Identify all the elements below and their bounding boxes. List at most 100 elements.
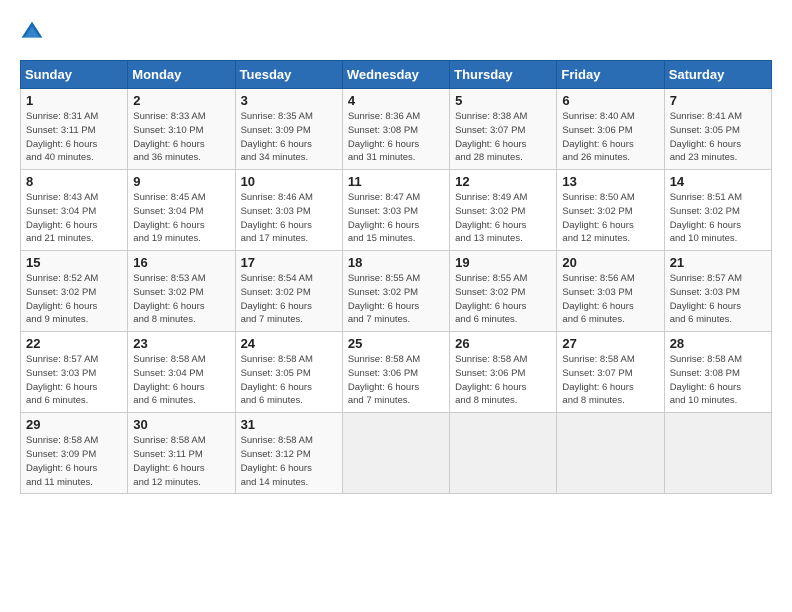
calendar-cell: 20 Sunrise: 8:56 AMSunset: 3:03 PMDayligh… [557, 251, 664, 332]
col-header-saturday: Saturday [664, 61, 771, 89]
day-info: Sunrise: 8:52 AMSunset: 3:02 PMDaylight:… [26, 272, 122, 327]
calendar-cell: 17 Sunrise: 8:54 AMSunset: 3:02 PMDayligh… [235, 251, 342, 332]
calendar-table: SundayMondayTuesdayWednesdayThursdayFrid… [20, 60, 772, 494]
calendar-cell: 16 Sunrise: 8:53 AMSunset: 3:02 PMDayligh… [128, 251, 235, 332]
col-header-sunday: Sunday [21, 61, 128, 89]
day-info: Sunrise: 8:36 AMSunset: 3:08 PMDaylight:… [348, 110, 444, 165]
calendar-cell: 14Sunrise: 8:51 AMSunset: 3:02 PMDayligh… [664, 170, 771, 251]
calendar-cell: 5 Sunrise: 8:38 AMSunset: 3:07 PMDaylight… [450, 89, 557, 170]
day-number: 2 [133, 93, 229, 108]
calendar-cell: 26 Sunrise: 8:58 AMSunset: 3:06 PMDayligh… [450, 332, 557, 413]
calendar-cell: 3Sunrise: 8:35 AMSunset: 3:09 PMDaylight… [235, 89, 342, 170]
calendar-cell: 25 Sunrise: 8:58 AMSunset: 3:06 PMDayligh… [342, 332, 449, 413]
col-header-wednesday: Wednesday [342, 61, 449, 89]
day-number: 20 [562, 255, 658, 270]
day-number: 18 [348, 255, 444, 270]
day-info: Sunrise: 8:58 AMSunset: 3:05 PMDaylight:… [241, 353, 337, 408]
day-info: Sunrise: 8:46 AMSunset: 3:03 PMDaylight:… [241, 191, 337, 246]
day-number: 13 [562, 174, 658, 189]
day-number: 22 [26, 336, 122, 351]
day-info: Sunrise: 8:58 AMSunset: 3:11 PMDaylight:… [133, 434, 229, 489]
logo-icon [20, 20, 44, 44]
calendar-cell: 11 Sunrise: 8:47 AMSunset: 3:03 PMDayligh… [342, 170, 449, 251]
calendar-cell [450, 413, 557, 494]
day-info: Sunrise: 8:41 AMSunset: 3:05 PMDaylight:… [670, 110, 766, 165]
calendar-cell: 13 Sunrise: 8:50 AMSunset: 3:02 PMDayligh… [557, 170, 664, 251]
day-info: Sunrise: 8:38 AMSunset: 3:07 PMDaylight:… [455, 110, 551, 165]
day-number: 29 [26, 417, 122, 432]
calendar-cell: 6Sunrise: 8:40 AMSunset: 3:06 PMDaylight… [557, 89, 664, 170]
calendar-cell: 10 Sunrise: 8:46 AMSunset: 3:03 PMDayligh… [235, 170, 342, 251]
day-number: 1 [26, 93, 122, 108]
day-number: 21 [670, 255, 766, 270]
calendar-cell: 1 Sunrise: 8:31 AMSunset: 3:11 PMDaylight… [21, 89, 128, 170]
day-number: 24 [241, 336, 337, 351]
day-info: Sunrise: 8:55 AMSunset: 3:02 PMDaylight:… [348, 272, 444, 327]
day-number: 19 [455, 255, 551, 270]
day-info: Sunrise: 8:58 AMSunset: 3:12 PMDaylight:… [241, 434, 337, 489]
calendar-cell: 2 Sunrise: 8:33 AMSunset: 3:10 PMDaylight… [128, 89, 235, 170]
day-info: Sunrise: 8:33 AMSunset: 3:10 PMDaylight:… [133, 110, 229, 165]
day-number: 11 [348, 174, 444, 189]
calendar-cell: 29 Sunrise: 8:58 AMSunset: 3:09 PMDayligh… [21, 413, 128, 494]
day-info: Sunrise: 8:49 AMSunset: 3:02 PMDaylight:… [455, 191, 551, 246]
calendar-cell: 15 Sunrise: 8:52 AMSunset: 3:02 PMDayligh… [21, 251, 128, 332]
day-number: 10 [241, 174, 337, 189]
day-number: 17 [241, 255, 337, 270]
day-number: 5 [455, 93, 551, 108]
calendar-week-row: 15 Sunrise: 8:52 AMSunset: 3:02 PMDayligh… [21, 251, 772, 332]
day-number: 7 [670, 93, 766, 108]
col-header-tuesday: Tuesday [235, 61, 342, 89]
calendar-cell: 31Sunrise: 8:58 AMSunset: 3:12 PMDayligh… [235, 413, 342, 494]
calendar-cell: 27 Sunrise: 8:58 AMSunset: 3:07 PMDayligh… [557, 332, 664, 413]
day-number: 26 [455, 336, 551, 351]
calendar-cell: 4 Sunrise: 8:36 AMSunset: 3:08 PMDaylight… [342, 89, 449, 170]
calendar-cell: 22Sunrise: 8:57 AMSunset: 3:03 PMDayligh… [21, 332, 128, 413]
calendar-week-row: 29 Sunrise: 8:58 AMSunset: 3:09 PMDayligh… [21, 413, 772, 494]
day-info: Sunrise: 8:45 AMSunset: 3:04 PMDaylight:… [133, 191, 229, 246]
col-header-thursday: Thursday [450, 61, 557, 89]
calendar-cell: 19 Sunrise: 8:55 AMSunset: 3:02 PMDayligh… [450, 251, 557, 332]
day-number: 25 [348, 336, 444, 351]
day-info: Sunrise: 8:58 AMSunset: 3:07 PMDaylight:… [562, 353, 658, 408]
day-number: 15 [26, 255, 122, 270]
day-info: Sunrise: 8:54 AMSunset: 3:02 PMDaylight:… [241, 272, 337, 327]
logo [20, 20, 48, 44]
calendar-week-row: 1 Sunrise: 8:31 AMSunset: 3:11 PMDaylight… [21, 89, 772, 170]
day-info: Sunrise: 8:58 AMSunset: 3:08 PMDaylight:… [670, 353, 766, 408]
day-number: 28 [670, 336, 766, 351]
calendar-cell: 8 Sunrise: 8:43 AMSunset: 3:04 PMDaylight… [21, 170, 128, 251]
day-info: Sunrise: 8:57 AMSunset: 3:03 PMDaylight:… [670, 272, 766, 327]
calendar-week-row: 8 Sunrise: 8:43 AMSunset: 3:04 PMDaylight… [21, 170, 772, 251]
day-info: Sunrise: 8:53 AMSunset: 3:02 PMDaylight:… [133, 272, 229, 327]
day-number: 4 [348, 93, 444, 108]
day-number: 8 [26, 174, 122, 189]
calendar-cell: 24 Sunrise: 8:58 AMSunset: 3:05 PMDayligh… [235, 332, 342, 413]
day-info: Sunrise: 8:47 AMSunset: 3:03 PMDaylight:… [348, 191, 444, 246]
calendar-header-row: SundayMondayTuesdayWednesdayThursdayFrid… [21, 61, 772, 89]
day-number: 23 [133, 336, 229, 351]
day-info: Sunrise: 8:40 AMSunset: 3:06 PMDaylight:… [562, 110, 658, 165]
calendar-cell: 9Sunrise: 8:45 AMSunset: 3:04 PMDaylight… [128, 170, 235, 251]
day-number: 12 [455, 174, 551, 189]
calendar-cell: 30 Sunrise: 8:58 AMSunset: 3:11 PMDayligh… [128, 413, 235, 494]
day-number: 14 [670, 174, 766, 189]
calendar-cell: 7 Sunrise: 8:41 AMSunset: 3:05 PMDaylight… [664, 89, 771, 170]
calendar-cell: 12 Sunrise: 8:49 AMSunset: 3:02 PMDayligh… [450, 170, 557, 251]
day-info: Sunrise: 8:55 AMSunset: 3:02 PMDaylight:… [455, 272, 551, 327]
col-header-friday: Friday [557, 61, 664, 89]
day-info: Sunrise: 8:58 AMSunset: 3:06 PMDaylight:… [455, 353, 551, 408]
day-info: Sunrise: 8:58 AMSunset: 3:06 PMDaylight:… [348, 353, 444, 408]
day-number: 16 [133, 255, 229, 270]
day-number: 30 [133, 417, 229, 432]
day-info: Sunrise: 8:56 AMSunset: 3:03 PMDaylight:… [562, 272, 658, 327]
day-info: Sunrise: 8:31 AMSunset: 3:11 PMDaylight:… [26, 110, 122, 165]
calendar-cell [557, 413, 664, 494]
calendar-cell [342, 413, 449, 494]
day-number: 27 [562, 336, 658, 351]
day-info: Sunrise: 8:58 AMSunset: 3:09 PMDaylight:… [26, 434, 122, 489]
calendar-cell: 21 Sunrise: 8:57 AMSunset: 3:03 PMDayligh… [664, 251, 771, 332]
day-info: Sunrise: 8:43 AMSunset: 3:04 PMDaylight:… [26, 191, 122, 246]
day-info: Sunrise: 8:50 AMSunset: 3:02 PMDaylight:… [562, 191, 658, 246]
calendar-week-row: 22Sunrise: 8:57 AMSunset: 3:03 PMDayligh… [21, 332, 772, 413]
